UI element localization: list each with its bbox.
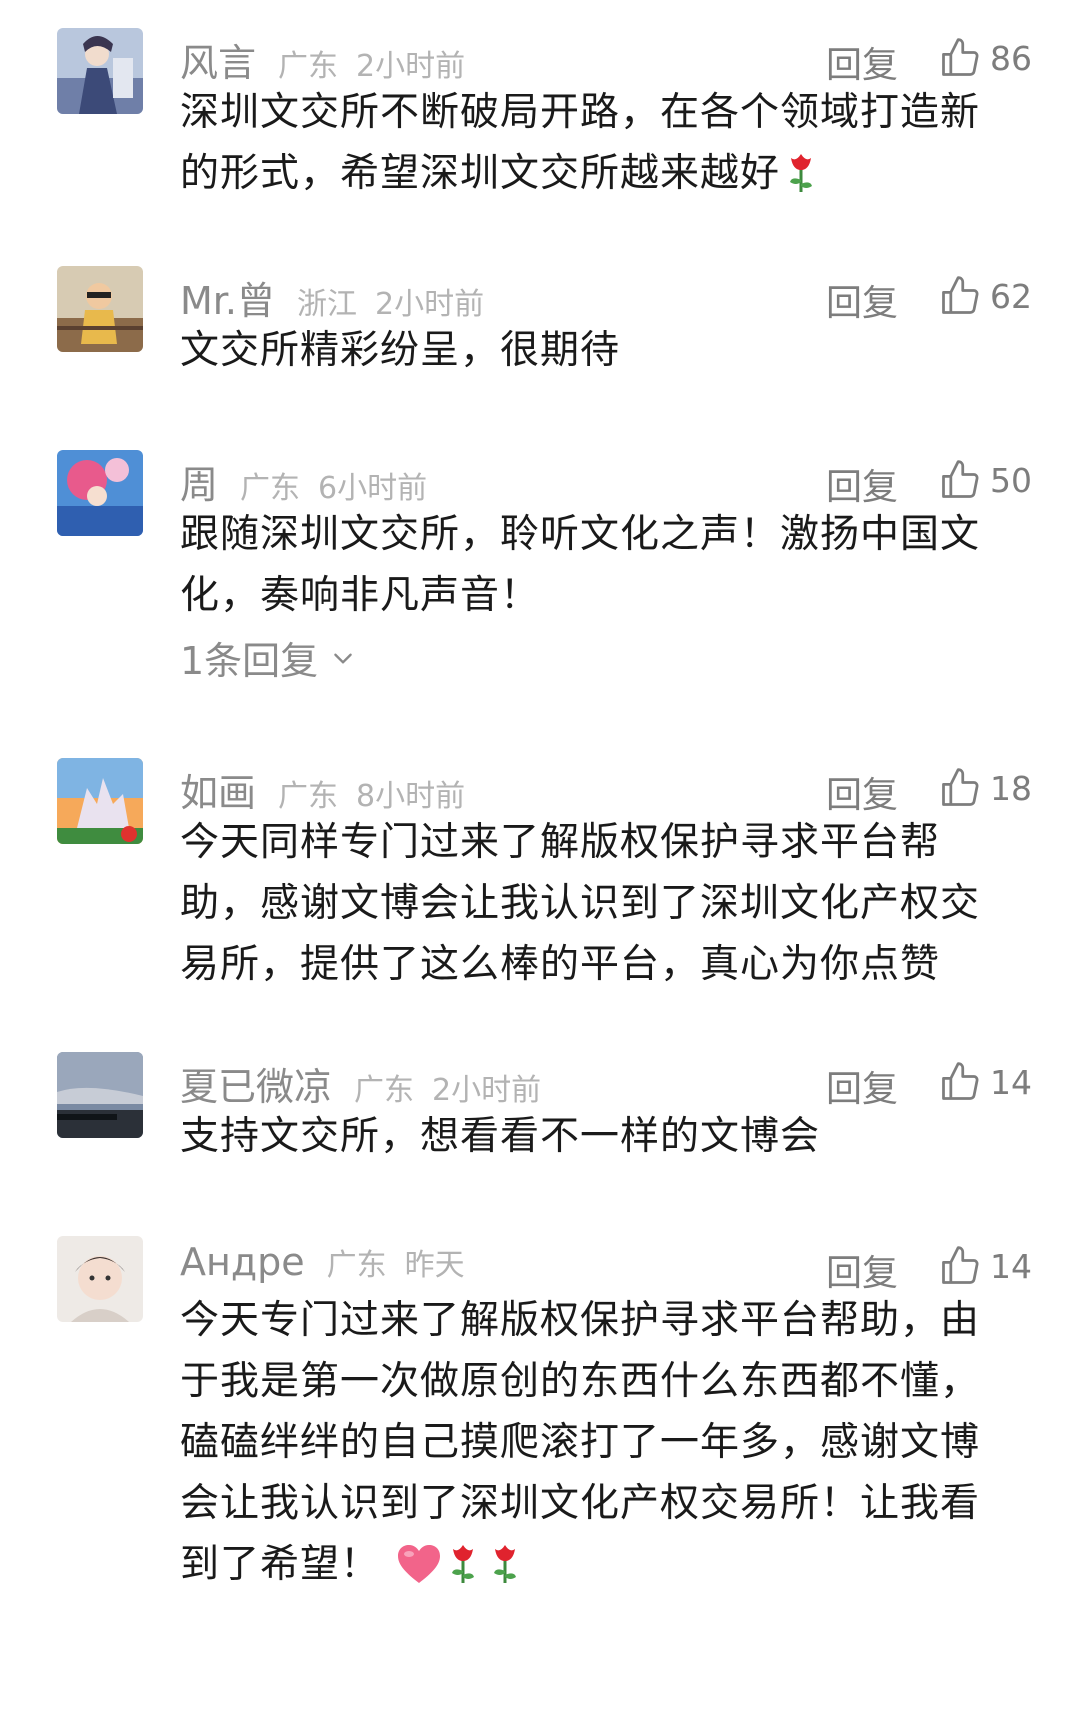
reply-button[interactable]: 回复 bbox=[826, 1060, 898, 1112]
comment-text-line: 跟随深圳文交所，聆听文化之声！激扬中国文 bbox=[180, 512, 981, 557]
location: 广东 bbox=[278, 49, 339, 84]
location: 广东 bbox=[354, 1073, 415, 1108]
view-replies-link[interactable]: 1条回复 bbox=[180, 630, 356, 685]
comment-meta: 如画 广东 8小时前 bbox=[180, 762, 483, 815]
comment-text-line: 支持文交所，想看看不一样的文博会 bbox=[180, 1114, 821, 1159]
like-count: 14 bbox=[990, 1062, 1032, 1102]
comment-text-line: 于我是第一次做原创的东西什么东西都不懂， bbox=[180, 1359, 981, 1404]
reply-button[interactable]: 回复 bbox=[826, 766, 898, 818]
rose-icon bbox=[784, 150, 818, 212]
comment-text-line: 到了希望！ bbox=[180, 1534, 1010, 1603]
comment-text-line: 今天同样专门过来了解版权保护寻求平台帮 bbox=[180, 820, 941, 865]
location: 广东 bbox=[278, 779, 339, 814]
like-button[interactable]: 14 bbox=[938, 1058, 1032, 1106]
location: 浙江 bbox=[297, 287, 358, 322]
timestamp: 2小时前 bbox=[356, 49, 466, 84]
avatar[interactable] bbox=[57, 1052, 143, 1138]
comment-meta: 风言 广东 2小时前 bbox=[180, 32, 483, 85]
comment-text-line: 化，奏响非凡声音！ bbox=[180, 573, 541, 618]
timestamp: 昨天 bbox=[404, 1248, 465, 1283]
like-button[interactable]: 50 bbox=[938, 456, 1032, 504]
reply-button[interactable]: 回复 bbox=[826, 458, 898, 510]
username[interactable]: 夏已微凉 bbox=[180, 1056, 332, 1111]
location: 广东 bbox=[240, 471, 301, 506]
location: 广东 bbox=[326, 1248, 387, 1283]
reply-button[interactable]: 回复 bbox=[826, 274, 898, 326]
avatar[interactable] bbox=[57, 1236, 143, 1322]
comment-text: 深圳文交所不断破局开路，在各个领域打造新 的形式，希望深圳文交所越来越好 bbox=[180, 82, 1010, 212]
rose-icon bbox=[488, 1541, 522, 1603]
like-count: 50 bbox=[990, 460, 1032, 500]
thumbs-up-icon bbox=[942, 38, 979, 76]
view-replies-label: 1条回复 bbox=[180, 639, 319, 683]
avatar[interactable] bbox=[57, 450, 143, 536]
like-button[interactable]: 62 bbox=[938, 272, 1032, 320]
like-count: 86 bbox=[990, 38, 1032, 78]
thumbs-up-icon bbox=[942, 460, 979, 498]
chevron-down-icon bbox=[334, 653, 352, 664]
comment-meta: Андре 广东 昨天 bbox=[180, 1240, 483, 1290]
comment-text-line: 深圳文交所不断破局开路，在各个领域打造新 bbox=[180, 90, 981, 135]
thumbs-up-icon bbox=[942, 768, 979, 806]
reply-button[interactable]: 回复 bbox=[826, 1244, 898, 1296]
timestamp: 6小时前 bbox=[318, 471, 428, 506]
comment-text: 跟随深圳文交所，聆听文化之声！激扬中国文 化，奏响非凡声音！ bbox=[180, 504, 1010, 626]
comment-text-line: 易所，提供了这么棒的平台，真心为你点赞 bbox=[180, 942, 941, 987]
like-button[interactable]: 86 bbox=[938, 34, 1032, 82]
like-count: 18 bbox=[990, 768, 1032, 808]
comment-meta: 夏已微凉 广东 2小时前 bbox=[180, 1056, 559, 1109]
like-count: 62 bbox=[990, 276, 1032, 316]
username[interactable]: 风言 bbox=[180, 32, 256, 87]
comment-text: 今天专门过来了解版权保护寻求平台帮助，由 于我是第一次做原创的东西什么东西都不懂… bbox=[180, 1290, 1010, 1603]
comment-text: 文交所精彩纷呈，很期待 bbox=[180, 320, 1010, 381]
timestamp: 2小时前 bbox=[375, 287, 485, 322]
comment-text-line: 今天专门过来了解版权保护寻求平台帮助，由 bbox=[180, 1298, 981, 1343]
username[interactable]: 如画 bbox=[180, 762, 256, 817]
comment-text-line: 磕磕绊绊的自己摸爬滚打了一年多，感谢文博 bbox=[180, 1420, 981, 1465]
thumbs-up-icon bbox=[942, 276, 979, 314]
timestamp: 8小时前 bbox=[356, 779, 466, 814]
heart-icon bbox=[396, 1542, 442, 1603]
reply-button[interactable]: 回复 bbox=[826, 36, 898, 88]
comment-meta: 周 广东 6小时前 bbox=[180, 454, 445, 507]
comment-text-line: 的形式，希望深圳文交所越来越好 bbox=[180, 143, 1010, 212]
comment-text-segment: 到了希望！ bbox=[180, 1542, 381, 1587]
thumbs-up-icon bbox=[942, 1246, 979, 1284]
comment-text-segment: 的形式，希望深圳文交所越来越好 bbox=[180, 151, 781, 196]
comment-text: 今天同样专门过来了解版权保护寻求平台帮 助，感谢文博会让我认识到了深圳文化产权交… bbox=[180, 812, 1010, 995]
username[interactable]: Андре bbox=[180, 1240, 305, 1284]
timestamp: 2小时前 bbox=[432, 1073, 542, 1108]
comment-text-line: 会让我认识到了深圳文化产权交易所！让我看 bbox=[180, 1481, 981, 1526]
comment-meta: Mr.曾 浙江 2小时前 bbox=[180, 270, 502, 323]
like-count: 14 bbox=[990, 1246, 1032, 1286]
comment-text-line: 助，感谢文博会让我认识到了深圳文化产权交 bbox=[180, 881, 981, 926]
like-button[interactable]: 18 bbox=[938, 764, 1032, 812]
thumbs-up-icon bbox=[942, 1062, 979, 1100]
username[interactable]: Mr.曾 bbox=[180, 270, 275, 325]
avatar[interactable] bbox=[57, 28, 143, 114]
comment-text: 支持文交所，想看看不一样的文博会 bbox=[180, 1106, 1010, 1167]
comment-text-line: 文交所精彩纷呈，很期待 bbox=[180, 328, 621, 373]
like-button[interactable]: 14 bbox=[938, 1242, 1032, 1290]
rose-icon bbox=[446, 1541, 480, 1603]
avatar[interactable] bbox=[57, 758, 143, 844]
username[interactable]: 周 bbox=[180, 454, 218, 509]
avatar[interactable] bbox=[57, 266, 143, 352]
